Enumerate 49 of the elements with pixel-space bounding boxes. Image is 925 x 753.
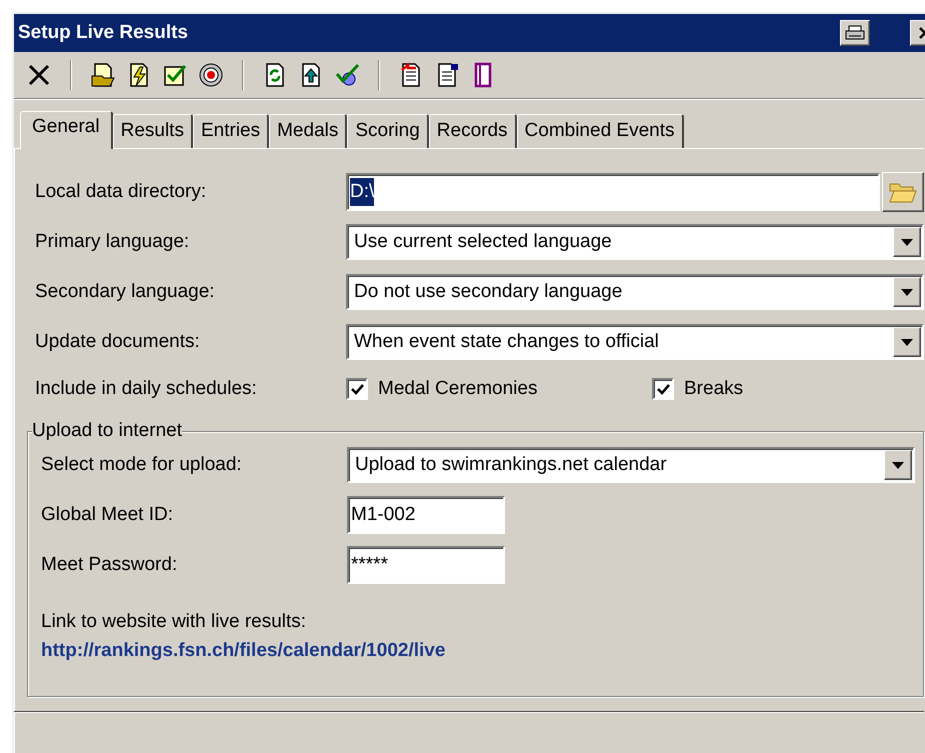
target-icon[interactable] (198, 62, 224, 88)
dropdown-field[interactable]: Upload to swimrankings.net calendar (347, 447, 915, 483)
password-field[interactable]: ***** (347, 546, 505, 584)
field-label: Global Meet ID: (41, 502, 174, 527)
field-label: Secondary language: (35, 280, 216, 304)
group-title: Upload to internet (32, 419, 182, 443)
browse-button[interactable] (882, 172, 924, 212)
printer-icon (845, 25, 865, 41)
dropdown-arrow-button[interactable] (893, 227, 921, 257)
tab[interactable]: General (20, 111, 113, 149)
tab[interactable]: Results (112, 114, 193, 148)
checkbox[interactable] (346, 378, 368, 400)
dropdown-field[interactable]: Use current selected language (346, 224, 924, 260)
dropdown-arrow-button[interactable] (884, 450, 912, 480)
field-label: Primary language: (35, 230, 190, 254)
field-label: Include in daily schedules: (35, 376, 258, 401)
caret-icon (892, 462, 904, 468)
folder-icon (889, 181, 917, 203)
caret-icon (901, 288, 913, 296)
directory-field[interactable]: D:\ (346, 173, 880, 211)
checkmark-icon (350, 384, 364, 394)
field-label: Select mode for upload: (41, 452, 243, 477)
field-label: Meet Password: (41, 552, 178, 577)
checkbox-label: Medal Ceremonies (378, 376, 538, 401)
caret-icon (901, 338, 913, 346)
checkmark-icon (656, 384, 670, 394)
dropdown-arrow-button[interactable] (893, 327, 921, 357)
meet-id-field[interactable]: M1-002 (347, 496, 505, 534)
window-title: Setup Live Results (18, 20, 189, 45)
tab[interactable]: Combined Events (516, 114, 684, 148)
tab[interactable]: Medals (269, 114, 348, 148)
dropdown-field[interactable]: When event state changes to official (346, 324, 924, 360)
field-label: Update documents: (35, 330, 201, 354)
tab[interactable]: Entries (192, 114, 270, 148)
dropdown-arrow-button[interactable] (893, 277, 921, 307)
checkbox-icon[interactable] (162, 62, 188, 88)
website-link[interactable]: http://rankings.fsn.ch/files/calendar/1002/live (41, 640, 446, 660)
close-icon[interactable] (26, 62, 52, 88)
checkbox[interactable] (652, 378, 674, 400)
checkbox-label: Breaks (684, 376, 744, 401)
field-label: Local data directory: (35, 180, 208, 204)
caret-icon (901, 238, 913, 246)
folder-icon[interactable] (90, 62, 116, 88)
checkmark-icon[interactable] (334, 62, 360, 88)
print-button[interactable] (840, 20, 870, 46)
dropdown-field[interactable]: Do not use secondary language (346, 274, 924, 310)
link-caption: Link to website with live results: (41, 610, 308, 634)
tab[interactable]: Records (428, 114, 517, 148)
tab[interactable]: Scoring (347, 114, 429, 148)
